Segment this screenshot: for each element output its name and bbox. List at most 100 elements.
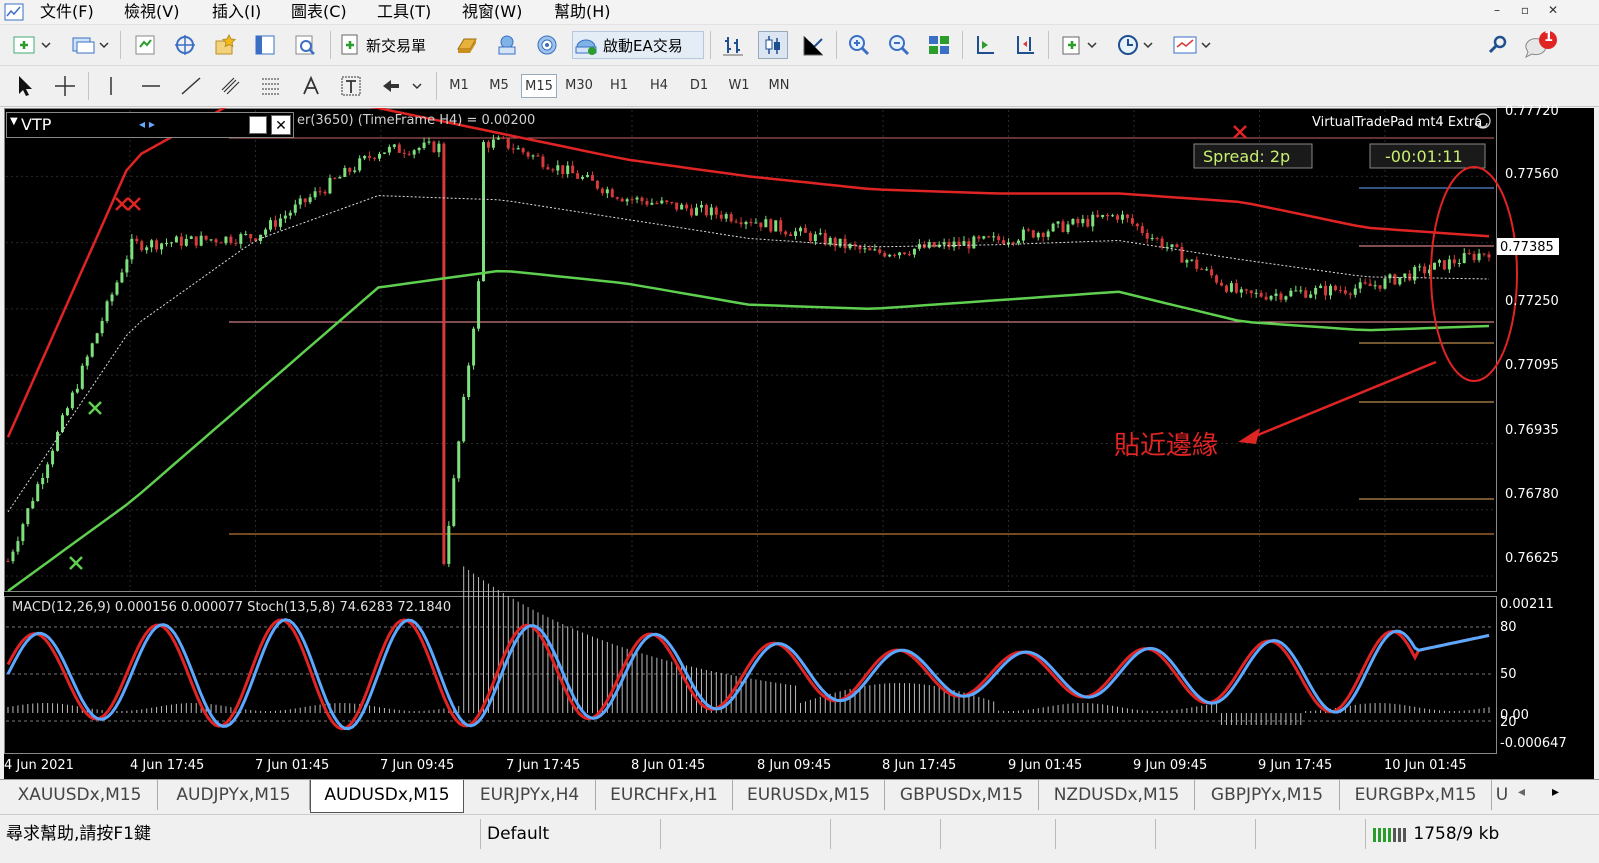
time-tick: 10 Jun 01:45 — [1384, 758, 1467, 773]
candle-body — [437, 143, 441, 153]
tab-scroll-right-icon[interactable]: ▸ — [1552, 784, 1559, 800]
data-window-button[interactable] — [250, 31, 280, 59]
vtp-maximize-icon[interactable] — [249, 116, 267, 134]
vtp-close-button[interactable]: ✕ — [271, 115, 291, 135]
chart-tab[interactable]: GBPUSDx,M15 — [885, 780, 1039, 810]
new-order-button[interactable]: 新交易單 — [338, 31, 446, 59]
timeframe-m30[interactable]: M30 — [561, 74, 597, 98]
candle-body — [630, 199, 634, 201]
chart-tab[interactable]: U — [1492, 780, 1512, 810]
menu-charts[interactable]: 圖表(C) — [291, 2, 347, 22]
menu-view[interactable]: 檢視(V) — [124, 2, 179, 22]
indicators-button[interactable] — [1056, 31, 1104, 59]
menu-window[interactable]: 視窗(W) — [462, 2, 522, 22]
candle-body — [1368, 283, 1372, 287]
favorites-button[interactable] — [210, 31, 240, 59]
candle-body — [1378, 285, 1382, 289]
annotation-arrow-head — [1238, 428, 1260, 444]
candle-body — [293, 204, 297, 213]
strategy-tester-button[interactable] — [290, 31, 320, 59]
profiles-button[interactable] — [66, 31, 114, 59]
candle-body — [1125, 214, 1129, 219]
fibonacci-button[interactable] — [256, 72, 286, 100]
text-button[interactable] — [296, 72, 326, 100]
market-watch-button[interactable] — [130, 31, 160, 59]
menu-tools[interactable]: 工具(T) — [377, 2, 431, 22]
zoom-out-button[interactable] — [884, 31, 914, 59]
candle-body — [764, 219, 768, 228]
candle-body — [308, 197, 312, 203]
candle-body — [1333, 285, 1337, 291]
menu-insert[interactable]: 插入(I) — [212, 2, 261, 22]
vtp-panel[interactable]: ▼ VTP ◂ ▸ ✕ — [6, 112, 294, 138]
candle-body — [675, 202, 679, 210]
candle-body — [531, 155, 535, 157]
timeframe-h4[interactable]: H4 — [641, 74, 677, 98]
candle-body — [70, 392, 74, 409]
vertical-line-button[interactable] — [96, 72, 126, 100]
chart-tab[interactable]: EURUSDx,M15 — [733, 780, 885, 810]
tile-windows-button[interactable] — [924, 31, 954, 59]
equidistant-channel-icon — [221, 77, 240, 95]
cursor-button[interactable] — [10, 72, 40, 100]
candle-chart-button[interactable] — [758, 31, 788, 59]
arrows-button[interactable] — [376, 72, 426, 100]
autoscroll-button[interactable] — [970, 31, 1000, 59]
trendline-button[interactable] — [176, 72, 206, 100]
line-chart-button[interactable] — [798, 31, 828, 59]
menu-file[interactable]: 文件(F) — [40, 2, 94, 22]
chart-tab[interactable]: GBPJPYx,M15 — [1195, 780, 1340, 810]
timeframe-mn[interactable]: MN — [761, 74, 797, 98]
notifications-button[interactable]: 1 — [1522, 30, 1562, 59]
chart-tab[interactable]: EURCHFx,H1 — [596, 780, 733, 810]
chart-tab-active[interactable]: AUDUSDx,M15 — [310, 780, 464, 813]
chart-tab[interactable]: EURGBPx,M15 — [1340, 780, 1492, 810]
crosshair-button[interactable] — [170, 31, 200, 59]
candle-body — [1229, 283, 1233, 292]
close-icon[interactable]: ✕ — [1542, 3, 1564, 21]
timeframe-d1[interactable]: D1 — [681, 74, 717, 98]
timeframe-w1[interactable]: W1 — [721, 74, 757, 98]
tab-scroll-left-icon[interactable]: ◂ — [1518, 784, 1525, 800]
chart-tab[interactable]: EURJPYx,H4 — [464, 780, 596, 810]
timeframe-h1[interactable]: H1 — [601, 74, 637, 98]
vtp-collapse-icon[interactable]: ▼ — [10, 116, 18, 127]
periods-button[interactable] — [1112, 31, 1160, 59]
candle-body — [1408, 273, 1412, 281]
status-connection[interactable]: 1758/9 kb — [1365, 819, 1599, 849]
crosshair-icon — [175, 35, 195, 55]
chart-window[interactable]: er(3650) (TimeFrame H4) = 0.00200 Virtua… — [4, 90, 1594, 779]
horizontal-line-button[interactable] — [136, 72, 166, 100]
chart-shift-button[interactable] — [1010, 31, 1040, 59]
candle-body — [1076, 218, 1080, 224]
timeframe-m1[interactable]: M1 — [441, 74, 477, 98]
start-ea-button[interactable]: 啟動EA交易 — [572, 31, 704, 59]
menu-help[interactable]: 幫助(H) — [554, 2, 611, 22]
candle-body — [1487, 254, 1491, 258]
subwindow-label: MACD(12,26,9) 0.000156 0.000077 Stoch(13… — [12, 600, 451, 615]
chart-tab[interactable]: NZDUSDx,M15 — [1039, 780, 1195, 810]
templates-button[interactable] — [1168, 31, 1218, 59]
timeframe-m5[interactable]: M5 — [481, 74, 517, 98]
status-profile[interactable]: Default — [480, 819, 660, 849]
zoom-in-button[interactable] — [844, 31, 874, 59]
signal-button[interactable] — [532, 31, 562, 59]
equidistant-channel-button[interactable] — [216, 72, 246, 100]
price-chart[interactable]: er(3650) (TimeFrame H4) = 0.00200 Virtua… — [4, 90, 1594, 779]
chart-tab[interactable]: AUDJPYx,M15 — [158, 780, 310, 810]
bar-chart-button[interactable] — [718, 31, 748, 59]
crosshair-tool-button[interactable] — [50, 72, 80, 100]
minimize-icon[interactable]: – — [1486, 3, 1508, 21]
gold-button[interactable] — [452, 31, 482, 59]
text-label-button[interactable] — [336, 72, 366, 100]
vtp-nav[interactable]: ◂ ▸ — [139, 117, 155, 131]
chart-tab[interactable]: XAUUSDx,M15 — [2, 780, 158, 810]
timeframe-m15[interactable]: M15 — [521, 74, 557, 98]
time-tick: 7 Jun 09:45 — [380, 758, 455, 773]
news-button[interactable] — [492, 31, 522, 59]
news-icon — [498, 35, 516, 55]
search-button[interactable] — [1484, 31, 1512, 59]
restore-icon[interactable]: ▫ — [1514, 3, 1536, 21]
new-chart-button[interactable] — [8, 31, 56, 59]
candle-body — [605, 189, 609, 194]
